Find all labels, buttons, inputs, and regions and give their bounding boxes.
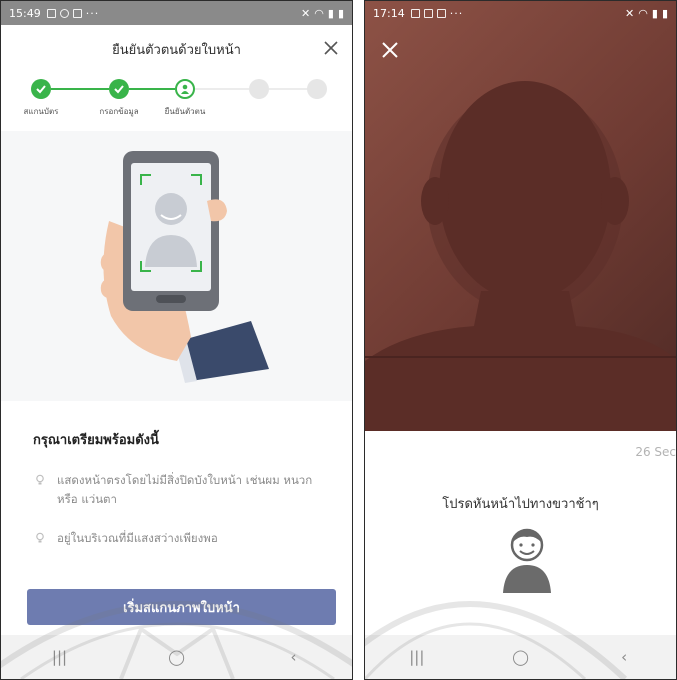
battery-icon: ▮: [661, 6, 668, 20]
preparation-text: แสดงหน้าตรงโดยไม่มีสิ่งปิดบังใบหน้า เช่น…: [57, 473, 313, 506]
recent-apps-button[interactable]: |||: [397, 648, 437, 666]
lightbulb-icon: [36, 532, 44, 543]
signal-icon: ▮: [327, 6, 334, 20]
phone-in-hand-illustration: [100, 151, 269, 383]
start-face-scan-button[interactable]: เริ่มสแกนภาพใบหน้า: [27, 589, 336, 625]
facebook-notification-icon: [59, 8, 69, 18]
step-verify-identity: ยืนยันตัวตน: [145, 79, 225, 118]
message-notification-icon: [436, 8, 446, 18]
home-button[interactable]: ◯: [157, 648, 197, 666]
list-item: แสดงหน้าตรงโดยไม่มีสิ่งปิดบังใบหน้า เช่น…: [33, 471, 322, 509]
system-nav-bar: ||| ◯ ‹: [365, 635, 676, 679]
face-silhouette-guide: [365, 81, 676, 431]
liveness-instruction: โปรดหันหน้าไปทางขวาช้าๆ: [442, 497, 599, 512]
back-button[interactable]: ‹: [274, 648, 314, 666]
app-notification-icon: [72, 8, 82, 18]
step-pending-icon: [307, 79, 327, 99]
step-label: สแกนบัตร: [23, 107, 59, 116]
close-icon[interactable]: [320, 37, 342, 59]
status-bar: 15:49 ··· ✕ ◠ ▮ ▮: [1, 1, 352, 25]
more-notifications-icon: ···: [85, 6, 100, 20]
close-icon[interactable]: [379, 39, 401, 61]
preparation-text: อยู่ในบริเวณที่มีแสงสว่างเพียงพอ: [57, 531, 218, 545]
step-label: ยืนยันตัวตน: [164, 107, 206, 116]
scroll-fade: [1, 549, 352, 585]
countdown-timer: 26 Sec: [635, 445, 676, 459]
preparation-title: กรุณาเตรียมพร้อมดังนี้: [33, 433, 159, 448]
page-title: ยืนยันตัวตนด้วยใบหน้า: [112, 42, 241, 58]
step-scan-card: สแกนบัตร: [1, 79, 81, 118]
recent-apps-button[interactable]: |||: [40, 648, 80, 666]
mute-icon: ✕: [301, 6, 311, 20]
status-bar: 17:14 ··· ✕ ◠ ▮ ▮: [365, 1, 676, 25]
progress-stepper: สแกนบัตร กรอกข้อมูล ยืนยันตัวตน: [1, 79, 352, 127]
battery-icon: ▮: [337, 6, 344, 20]
step-future: [277, 79, 352, 105]
wifi-icon: ◠: [638, 6, 648, 20]
gallery-notification-icon: [410, 8, 420, 18]
camera-preview: [365, 1, 676, 431]
wifi-icon: ◠: [314, 6, 324, 20]
status-time: 15:49: [9, 6, 41, 20]
back-button[interactable]: ‹: [604, 648, 644, 666]
gallery-notification-icon: [46, 8, 56, 18]
system-nav-bar: ||| ◯ ‹: [1, 635, 352, 679]
check-icon: [109, 79, 129, 99]
turn-head-avatar-icon: [503, 528, 551, 593]
face-scan-illustration: [1, 131, 352, 401]
status-time: 17:14: [373, 6, 405, 20]
face-capture-screen: 17:14 ··· ✕ ◠ ▮ ▮ 26 Sec โปรดหันหน้าไปทา…: [364, 0, 677, 680]
list-item: อยู่ในบริเวณที่มีแสงสว่างเพียงพอ: [33, 529, 322, 548]
lightbulb-icon: [36, 474, 44, 485]
header: ยืนยันตัวตนด้วยใบหน้า: [1, 25, 352, 73]
step-pending-icon: [249, 79, 269, 99]
app-notification-icon: [423, 8, 433, 18]
mute-icon: ✕: [625, 6, 635, 20]
face-verification-intro-screen: 15:49 ··· ✕ ◠ ▮ ▮ ยืนยันตัวตนด้วยใบหน้า: [0, 0, 353, 680]
person-icon: [175, 79, 195, 99]
home-button[interactable]: ◯: [500, 648, 540, 666]
check-icon: [31, 79, 51, 99]
more-notifications-icon: ···: [449, 6, 464, 20]
signal-icon: ▮: [651, 6, 658, 20]
